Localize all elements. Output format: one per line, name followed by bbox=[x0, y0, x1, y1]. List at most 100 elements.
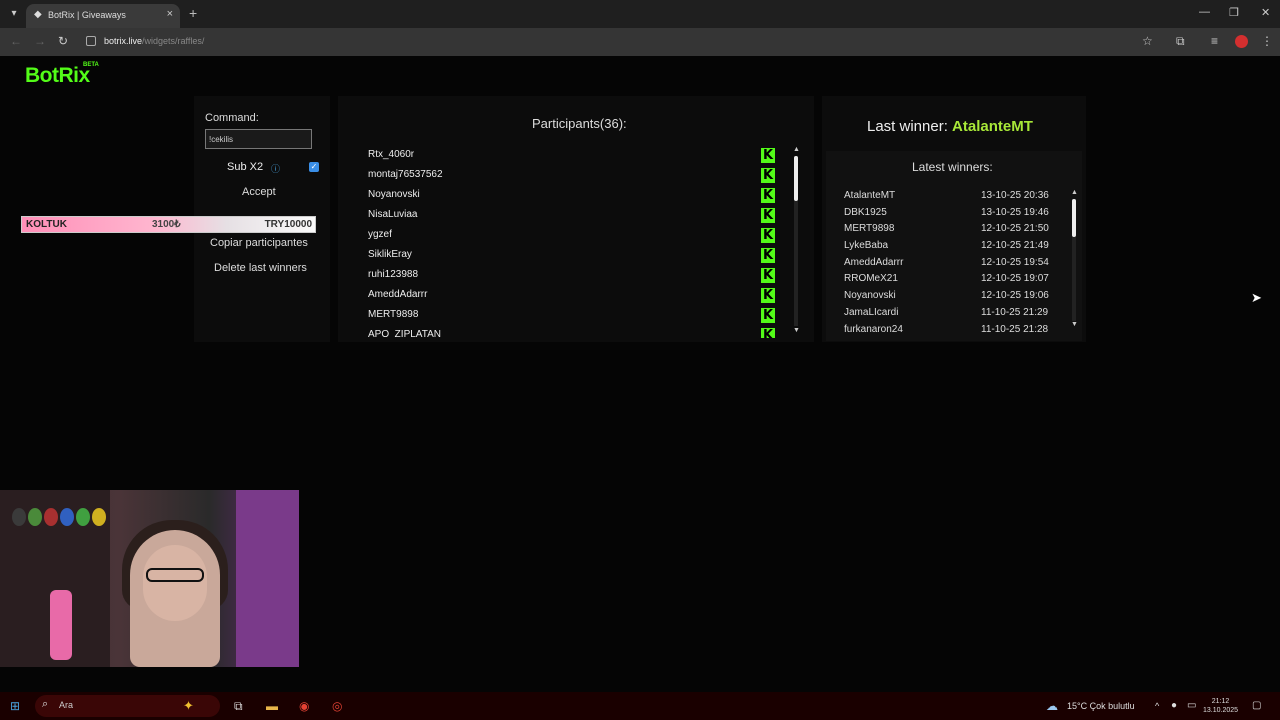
kick-icon: K bbox=[761, 148, 775, 163]
info-icon[interactable]: ⓘ bbox=[271, 162, 280, 175]
back-icon[interactable]: ← bbox=[10, 34, 22, 48]
copy-participants-button[interactable]: Copiar participantes bbox=[210, 237, 308, 249]
participants-panel: Participants(36): Rtx_4060r Kmontaj765375… bbox=[338, 96, 814, 342]
clock-date: 13.10.2025 bbox=[1203, 707, 1239, 714]
participant-name: Rtx_4060r bbox=[368, 149, 415, 160]
kick-icon: K bbox=[761, 328, 775, 338]
reload-icon[interactable]: ↻ bbox=[58, 34, 68, 48]
webcam-overlay bbox=[0, 490, 299, 667]
task-view-icon[interactable]: ⧉ bbox=[234, 699, 243, 714]
extensions-icon[interactable]: ⧉ bbox=[1176, 34, 1185, 49]
latest-winners-box: Latest winners: AtalanteMT 13-10-25 20:36… bbox=[826, 151, 1082, 341]
participants-scroll-thumb[interactable] bbox=[794, 156, 798, 201]
beta-badge: BETA bbox=[83, 62, 99, 68]
sub-x2-checkbox[interactable]: ✓ bbox=[309, 162, 319, 172]
winner-row: DBK1925 13-10-25 19:46 bbox=[844, 205, 1064, 222]
command-input[interactable] bbox=[205, 129, 312, 149]
media-control-icon[interactable]: ≡ bbox=[1211, 34, 1218, 48]
delete-last-winners-button[interactable]: Delete last winners bbox=[214, 262, 307, 274]
search-placeholder: Ara bbox=[59, 700, 74, 710]
winner-name: furkanaron24 bbox=[844, 323, 903, 333]
clock[interactable]: 21:12 13.10.2025 bbox=[1203, 697, 1238, 715]
participant-name: MERT9898 bbox=[368, 309, 419, 320]
maximize-icon[interactable]: ❐ bbox=[1229, 6, 1239, 19]
tab-close-icon[interactable]: × bbox=[167, 8, 173, 20]
tray-chevron-icon[interactable]: ^ bbox=[1155, 701, 1159, 711]
command-label: Command: bbox=[205, 112, 259, 124]
donation-goal-overlay: KOLTUK 3100₺ TRY10000 bbox=[21, 216, 316, 233]
participant-row: AmeddAdarrr K bbox=[358, 286, 778, 306]
winners-scroll-thumb[interactable] bbox=[1072, 199, 1076, 237]
latest-winners-title: Latest winners: bbox=[912, 160, 993, 174]
minimize-icon[interactable]: — bbox=[1199, 6, 1210, 18]
winner-row: AtalanteMT 13-10-25 20:36 bbox=[844, 188, 1064, 205]
scroll-down-icon[interactable]: ▼ bbox=[793, 327, 800, 334]
goal-name: KOLTUK bbox=[26, 219, 67, 230]
address-bar[interactable]: botrix.live/widgets/raffles/ bbox=[104, 36, 204, 46]
weather-icon: ☁ bbox=[1046, 699, 1058, 713]
winner-row: LykeBaba 12-10-25 21:49 bbox=[844, 238, 1064, 255]
participant-row: MERT9898 K bbox=[358, 306, 778, 326]
participant-name: ygzef bbox=[368, 229, 392, 240]
last-winner-name: AtalanteMT bbox=[952, 118, 1033, 135]
winners-panel: Last winner: AtalanteMT Latest winners: … bbox=[822, 96, 1086, 342]
kick-icon: K bbox=[761, 268, 775, 283]
winner-row: JamaLIcardi 11-10-25 21:29 bbox=[844, 305, 1064, 322]
winners-scroll-up-icon[interactable]: ▲ bbox=[1071, 189, 1078, 196]
winner-row: MERT9898 12-10-25 21:50 bbox=[844, 221, 1064, 238]
winner-row: AmeddAdarrr 12-10-25 19:54 bbox=[844, 255, 1064, 272]
file-explorer-icon[interactable]: ▬ bbox=[266, 699, 278, 713]
winner-time: 13-10-25 20:36 bbox=[981, 190, 1049, 201]
microphone-icon[interactable]: ● bbox=[1171, 700, 1177, 711]
forward-icon[interactable]: → bbox=[34, 34, 46, 48]
site-info-icon[interactable] bbox=[86, 36, 96, 46]
kick-icon: K bbox=[761, 168, 775, 183]
winner-time: 12-10-25 21:50 bbox=[981, 223, 1049, 235]
botrix-logo[interactable]: BotRix bbox=[25, 64, 90, 88]
profile-avatar[interactable] bbox=[1235, 35, 1248, 48]
start-icon[interactable]: ⊞ bbox=[10, 699, 20, 713]
winner-row: RROMeX21 12-10-25 19:07 bbox=[844, 271, 1064, 288]
winner-name: JamaLIcardi bbox=[844, 306, 899, 318]
winner-name: Noyanovski bbox=[844, 290, 896, 302]
goal-target: TRY10000 bbox=[264, 219, 312, 230]
scroll-up-icon[interactable]: ▲ bbox=[793, 146, 800, 153]
clock-time: 21:12 bbox=[1211, 698, 1230, 705]
obs-icon[interactable]: ◎ bbox=[332, 699, 342, 713]
participant-row: Noyanovski K bbox=[358, 186, 778, 206]
participants-title: Participants(36): bbox=[532, 116, 627, 131]
taskbar-search[interactable]: ⌕ Ara ✦ bbox=[35, 695, 220, 717]
network-icon[interactable]: ▭ bbox=[1187, 700, 1196, 711]
kick-icon: K bbox=[761, 228, 775, 243]
winners-scroll-down-icon[interactable]: ▼ bbox=[1071, 321, 1078, 328]
participant-name: ruhi123988 bbox=[368, 269, 419, 280]
latest-winners-list: AtalanteMT 13-10-25 20:36 DBK1925 13-10-25 … bbox=[844, 188, 1064, 332]
last-winner-heading: Last winner: AtalanteMT bbox=[867, 118, 1033, 135]
tab-search-icon[interactable]: ▾ bbox=[6, 6, 22, 22]
chrome-icon[interactable]: ◉ bbox=[299, 699, 309, 713]
browser-toolbar: ← → ↻ botrix.live/widgets/raffles/ ☆ ⧉ ≡… bbox=[0, 28, 1280, 56]
winner-time: 11-10-25 21:28 bbox=[981, 323, 1049, 333]
winner-name: AtalanteMT bbox=[844, 190, 896, 201]
browser-tab[interactable]: ◆ BotRix | Giveaways × bbox=[26, 4, 180, 28]
copilot-sparkle-icon: ✦ bbox=[183, 698, 194, 713]
browser-tabstrip: ▾ ◆ BotRix | Giveaways × + — ❐ ✕ bbox=[0, 0, 1280, 28]
participant-name: NisaLuviaa bbox=[368, 209, 418, 220]
url-host: botrix.live bbox=[104, 36, 143, 46]
participant-row: Rtx_4060r K bbox=[358, 146, 778, 166]
weather-text[interactable]: 15°C Çok bulutlu bbox=[1067, 701, 1135, 711]
kick-icon: K bbox=[761, 288, 775, 303]
close-window-icon[interactable]: ✕ bbox=[1261, 6, 1270, 19]
winner-time: 13-10-25 19:46 bbox=[981, 206, 1049, 218]
tab-title: BotRix | Giveaways bbox=[48, 10, 126, 20]
accept-button[interactable]: Accept bbox=[242, 186, 276, 198]
participant-row: SiklikEray K bbox=[358, 246, 778, 266]
participant-name: montaj76537562 bbox=[368, 169, 443, 180]
new-tab-button[interactable]: + bbox=[189, 5, 197, 21]
notifications-icon[interactable]: ▢ bbox=[1252, 700, 1261, 711]
participants-list: Rtx_4060r Kmontaj76537562 K Noyanovski K Nisa… bbox=[358, 146, 778, 338]
bookmark-star-icon[interactable]: ☆ bbox=[1142, 34, 1153, 48]
menu-dots-icon[interactable]: ⋮ bbox=[1261, 34, 1273, 48]
participant-name: AmeddAdarrr bbox=[368, 289, 428, 300]
webcam-bottle bbox=[50, 590, 72, 660]
